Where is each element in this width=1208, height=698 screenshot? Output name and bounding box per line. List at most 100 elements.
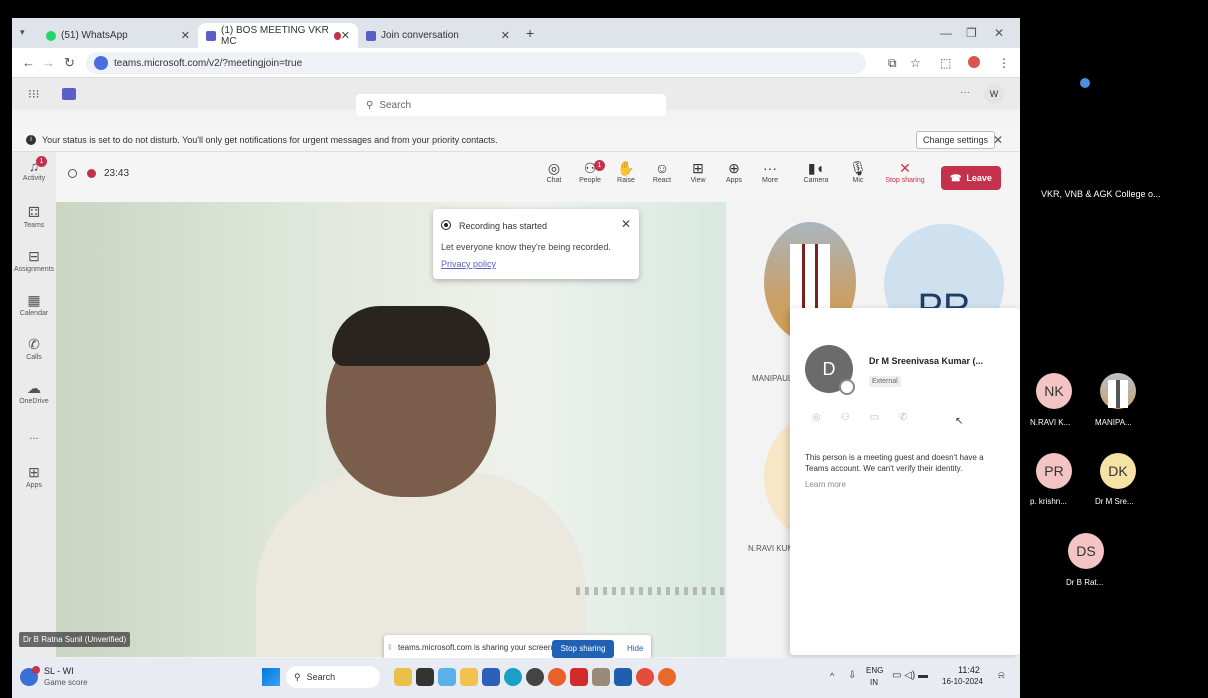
participant-avatar[interactable]: NK [1036, 373, 1072, 409]
clock-time[interactable]: 11:42 [958, 665, 980, 675]
close-icon[interactable]: ✕ [993, 133, 1003, 147]
tab-bos-meeting[interactable]: (1) BOS MEETING VKR MC ✕ [198, 23, 358, 48]
new-tab-button[interactable]: + [526, 25, 534, 41]
rail-item-assignments[interactable]: ⊟ Assignments [12, 248, 56, 273]
opera-icon[interactable] [570, 668, 588, 686]
network-volume-icon[interactable]: ▭ ◁) ▬ [892, 670, 928, 681]
app-launcher-icon[interactable]: ⁝⁝⁝ [28, 87, 39, 101]
photos-app-icon[interactable] [438, 668, 456, 686]
drag-handle-icon[interactable]: ‖ [388, 643, 391, 652]
chat-button[interactable]: ◎ Chat [538, 160, 570, 184]
react-button[interactable]: ☺ React [646, 160, 678, 184]
teams-icon [206, 30, 216, 41]
taskbar-search[interactable]: ⚲ Search [286, 666, 380, 688]
background-dots [576, 587, 726, 595]
info-icon: i [26, 134, 36, 145]
file-explorer-icon[interactable] [460, 668, 478, 686]
site-info-icon[interactable] [94, 56, 108, 70]
teams-logo-icon [62, 88, 76, 100]
stop-share-icon: ✕ [899, 160, 911, 176]
close-icon[interactable]: ✕ [621, 217, 631, 231]
presenter-icon [1080, 78, 1090, 88]
url-field[interactable]: teams.microsoft.com/v2/?meetingjoin=true [86, 52, 866, 74]
privacy-policy-link[interactable]: Privacy policy [441, 259, 496, 269]
rail-item-more[interactable]: ... [12, 430, 56, 442]
tab-list-chevron-icon[interactable]: ▾ [20, 27, 25, 38]
header-more-icon[interactable]: ··· [960, 87, 970, 98]
browser-menu-icon[interactable]: ⋮ [998, 56, 1010, 70]
participant-avatar[interactable]: PR [1036, 453, 1072, 489]
view-button[interactable]: ⊞ View [682, 160, 714, 184]
window-close-icon[interactable]: ✕ [994, 26, 1004, 40]
rail-item-calls[interactable]: ✆ Calls [12, 336, 56, 361]
store-app-icon[interactable] [482, 668, 500, 686]
extensions-icon[interactable]: ⬚ [940, 56, 951, 70]
app-icon[interactable] [658, 668, 676, 686]
restore-icon[interactable]: ❐ [966, 26, 977, 40]
reload-icon[interactable]: ↻ [64, 55, 75, 71]
calendar-icon: ▦ [27, 292, 41, 308]
install-app-icon[interactable]: ⧉ [888, 56, 897, 71]
leave-button[interactable]: ☎ Leave [941, 166, 1001, 190]
rail-item-onedrive[interactable]: ☁ OneDrive [12, 380, 56, 405]
recording-dot-icon [333, 31, 341, 40]
tray-chevron-icon[interactable]: ^ [830, 671, 834, 681]
firefox-icon[interactable] [548, 668, 566, 686]
participant-avatar[interactable]: DS [1068, 533, 1104, 569]
minimize-icon[interactable]: — [940, 26, 952, 40]
change-settings-button[interactable]: Change settings [916, 131, 996, 149]
people-button[interactable]: ⚇ People 1 [574, 160, 606, 184]
bell-icon: ♫ [28, 158, 40, 174]
teams-search-input[interactable]: ⚲ Search [356, 94, 666, 116]
forward-icon[interactable]: → [42, 55, 55, 70]
back-icon[interactable]: ← [22, 55, 35, 70]
tab-join-conversation[interactable]: Join conversation ✕ [358, 23, 518, 48]
mic-button[interactable]: 🎙 Mic [842, 160, 874, 184]
phone-icon[interactable]: ✆ [899, 412, 927, 423]
profile-avatar-icon[interactable] [968, 56, 980, 68]
rail-item-apps[interactable]: ⊞ Apps [12, 464, 56, 489]
participant-name: Dr B Rat... [1066, 578, 1104, 587]
start-button[interactable] [262, 668, 280, 686]
meeting-toolbar: 23:43 ◎ Chat ⚇ People 1 ✋ Raise ☺ React ⊞ View… [56, 152, 1020, 202]
people-icon[interactable]: ⚇ [841, 412, 870, 423]
close-icon[interactable]: ✕ [181, 29, 190, 42]
language-top[interactable]: ENG [866, 666, 883, 675]
close-icon[interactable]: ✕ [341, 29, 350, 42]
stop-sharing-button[interactable]: Stop sharing [552, 640, 614, 658]
chrome-icon[interactable] [636, 668, 654, 686]
rail-label: ... [29, 430, 39, 442]
rail-item-activity[interactable]: ♫ Activity 1 [12, 156, 56, 182]
video-icon[interactable]: ▭ [870, 412, 899, 423]
rail-item-calendar[interactable]: ▦ Calendar [12, 292, 56, 317]
raise-hand-button[interactable]: ✋ Raise [610, 160, 642, 184]
widgets-app-icon[interactable] [394, 668, 412, 686]
bookmark-star-icon[interactable]: ☆ [910, 56, 921, 70]
app-icon[interactable] [526, 668, 544, 686]
close-icon[interactable]: ✕ [501, 29, 510, 42]
taskview-app-icon[interactable] [416, 668, 434, 686]
app-icon[interactable] [614, 668, 632, 686]
edge-browser-icon[interactable] [504, 668, 522, 686]
learn-more-link[interactable]: Learn more [805, 480, 846, 489]
camera-button[interactable]: ▮◖ Camera [800, 160, 832, 184]
participant-name: Dr M Sre... [1095, 497, 1134, 506]
hide-link[interactable]: Hide [627, 644, 643, 653]
participant-avatar[interactable]: DK [1100, 453, 1136, 489]
app-icon[interactable] [592, 668, 610, 686]
notifications-icon[interactable]: ⍾ [998, 670, 1005, 681]
stop-sharing-tool[interactable]: ✕ Stop sharing [882, 160, 928, 184]
chat-icon[interactable]: ◎ [812, 412, 841, 423]
apps-button[interactable]: ⊕ Apps [718, 160, 750, 184]
tab-whatsapp[interactable]: (51) WhatsApp ✕ [38, 23, 198, 48]
popup-body: Let everyone know they're being recorded… [441, 242, 611, 252]
dnd-notice-bar: i Your status is set to do not disturb. … [12, 128, 1020, 152]
recording-icon [87, 169, 96, 178]
more-button[interactable]: ··· More [754, 160, 786, 184]
profile-card: D Dr M Sreenivasa Kumar (... External ◎⚇… [790, 308, 1020, 655]
rail-item-teams[interactable]: ⚃ Teams [12, 204, 56, 229]
user-avatar[interactable]: W [984, 84, 1004, 104]
popup-title: Recording has started [459, 221, 548, 231]
participant-avatar-photo[interactable] [1100, 373, 1136, 409]
tray-icon[interactable]: ⇩ [848, 670, 856, 681]
